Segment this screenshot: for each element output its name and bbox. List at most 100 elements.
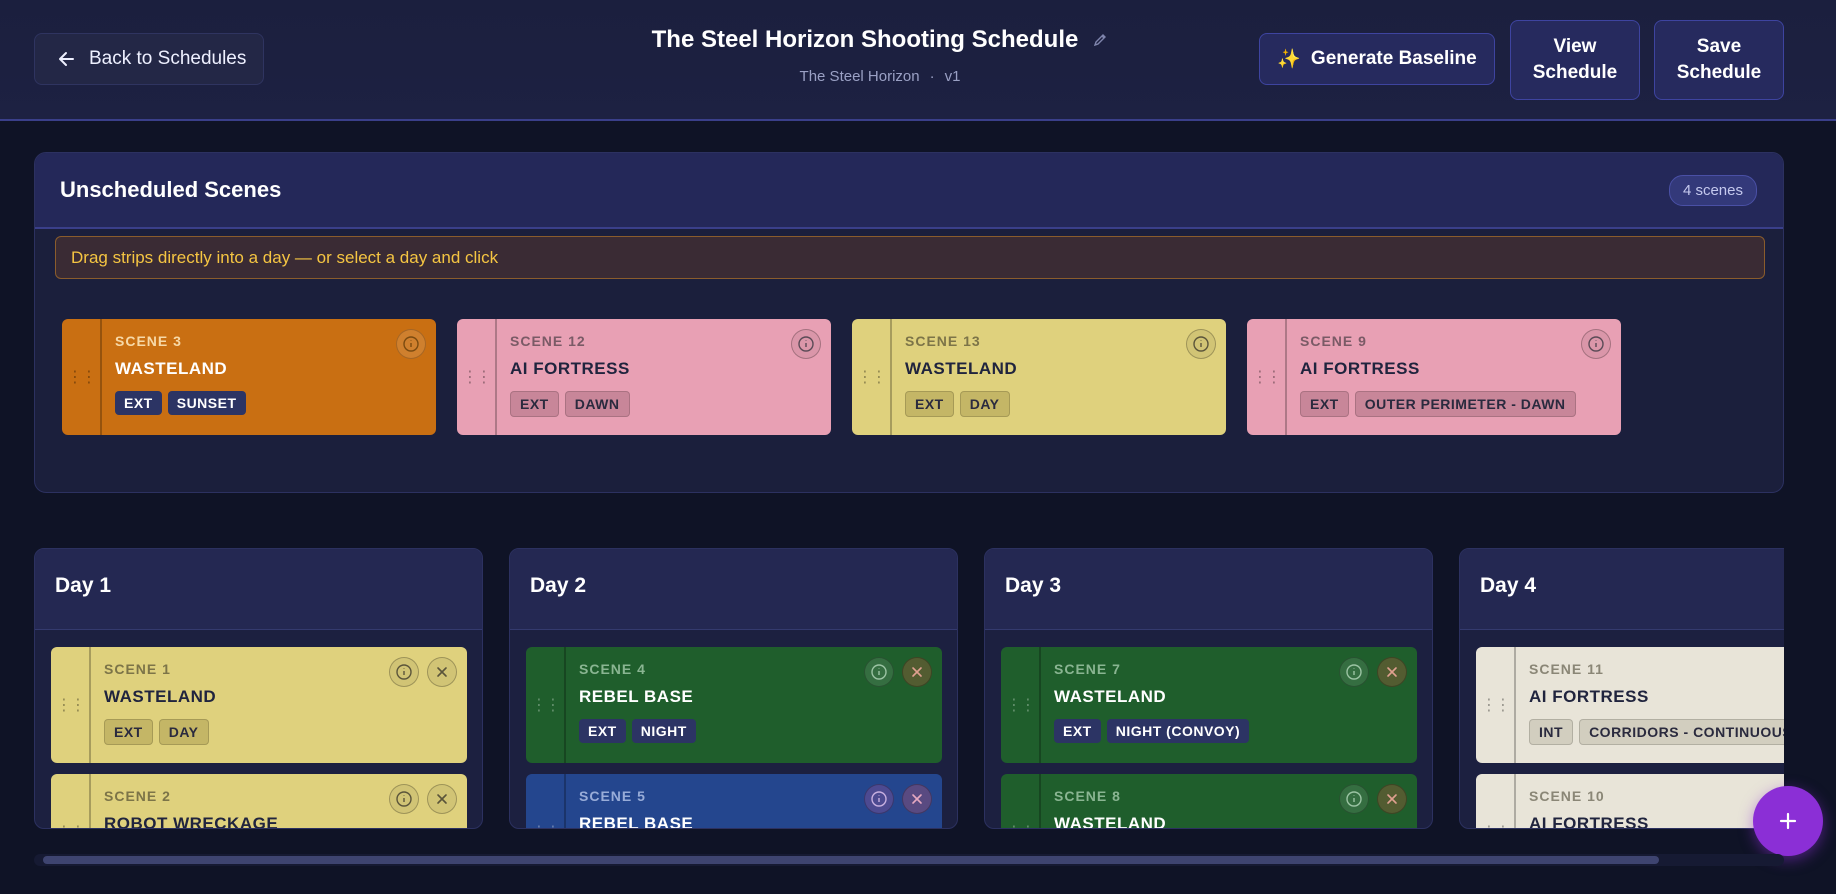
scene-strip[interactable]: ⋮⋮ SCENE 4 REBEL BASE EXT NIGHT [526,647,942,763]
view-label-line2: Schedule [1532,62,1618,83]
scene-strip[interactable]: ⋮⋮ SCENE 3 WASTELAND EXT SUNSET [62,319,436,435]
scene-location: REBEL BASE [579,814,694,829]
remove-icon[interactable] [902,657,932,687]
scene-location: ROBOT WRECKAGE [104,814,279,829]
save-schedule-button[interactable]: Save Schedule [1654,20,1784,100]
version-label: v1 [944,68,961,85]
scene-location: AI FORTRESS [1529,814,1649,829]
scene-tag: EXT [115,391,162,415]
pencil-icon[interactable] [1092,32,1108,48]
info-icon[interactable] [1186,329,1216,359]
scene-tag: DAY [158,719,209,745]
sparkles-icon: ✨ [1277,49,1301,70]
add-day-button[interactable] [1753,786,1823,856]
scene-tag: NIGHT [631,719,696,743]
scene-location: WASTELAND [1054,687,1167,706]
scene-strip[interactable]: ⋮⋮ SCENE 13 WASTELAND EXT DAY [852,319,1226,435]
drag-handle-icon[interactable]: ⋮⋮ [51,647,91,763]
info-icon[interactable] [1339,784,1369,814]
day-title: Day 2 [510,549,957,630]
drag-handle-icon[interactable]: ⋮⋮ [457,319,497,435]
info-icon[interactable] [1339,657,1369,687]
scene-location: REBEL BASE [579,687,694,706]
back-to-schedules-button[interactable]: Back to Schedules [34,33,264,85]
drag-handle-icon[interactable]: ⋮⋮ [1001,774,1041,828]
scene-tag: EXT [579,719,626,743]
remove-icon[interactable] [427,784,457,814]
scene-strip[interactable]: ⋮⋮ SCENE 5 REBEL BASE [526,774,942,829]
drag-handle-icon[interactable]: ⋮⋮ [526,647,566,763]
scene-location: WASTELAND [115,359,228,378]
scrollbar-thumb[interactable] [43,856,1659,864]
remove-icon[interactable] [902,784,932,814]
plus-icon [1779,812,1797,830]
arrow-left-icon [59,52,74,66]
back-button-label: Back to Schedules [89,48,247,69]
view-schedule-button[interactable]: View Schedule [1510,20,1640,100]
scene-count-badge: 4 scenes [1668,174,1757,206]
scene-strip[interactable]: ⋮⋮ SCENE 1 WASTELAND EXT DAY [51,647,467,763]
info-icon[interactable] [864,657,894,687]
info-icon[interactable] [1581,329,1611,359]
scene-number: SCENE 12 [510,333,586,349]
horizontal-scrollbar[interactable] [34,854,1784,866]
scene-location: WASTELAND [905,359,1018,378]
page-title: The Steel Horizon Shooting Schedule [651,26,1079,53]
scene-location: AI FORTRESS [510,359,630,378]
day-column[interactable]: Day 2 ⋮⋮ SCENE 4 REBEL BASE EXT NIGHT SC… [509,548,958,829]
save-label-line2: Schedule [1676,62,1762,83]
app-header: Back to Schedules The Steel Horizon Shoo… [0,0,1836,121]
drag-handle-icon[interactable]: ⋮⋮ [1476,774,1516,828]
scene-strip[interactable]: ⋮⋮ SCENE 11 AI FORTRESS INT CORRIDORS - … [1476,647,1784,763]
remove-icon[interactable] [1377,784,1407,814]
drag-hint-banner: Drag strips directly into a day — or sel… [55,236,1765,279]
project-name: The Steel Horizon [799,68,920,85]
scene-number: SCENE 10 [1529,788,1605,804]
drag-handle-icon[interactable]: ⋮⋮ [62,319,102,435]
drag-handle-icon[interactable]: ⋮⋮ [1476,647,1516,763]
day-column[interactable]: Day 4 ⋮⋮ SCENE 11 AI FORTRESS INT CORRID… [1459,548,1784,829]
unscheduled-title: Unscheduled Scenes [60,177,282,202]
save-label-line1: Save [1696,36,1742,57]
drag-handle-icon[interactable]: ⋮⋮ [51,774,91,828]
scene-strip[interactable]: ⋮⋮ SCENE 8 WASTELAND [1001,774,1417,828]
drag-handle-icon[interactable]: ⋮⋮ [1247,319,1287,435]
day-column[interactable]: Day 3 ⋮⋮ SCENE 7 WASTELAND EXT NIGHT (CO… [984,548,1433,829]
info-icon[interactable] [864,784,894,814]
scene-tag: NIGHT (CONVOY) [1106,719,1250,743]
scene-number: SCENE 11 [1529,661,1604,677]
scene-location: AI FORTRESS [1300,359,1420,378]
remove-icon[interactable] [427,657,457,687]
scene-strip[interactable]: ⋮⋮ SCENE 12 AI FORTRESS EXT DAWN [457,319,831,435]
scene-tag: INT [1529,719,1574,745]
day-board[interactable]: Day 1 ⋮⋮ SCENE 1 WASTELAND EXT DAY SCENE… [34,548,1784,829]
scene-tag: EXT [905,391,954,417]
info-icon[interactable] [389,784,419,814]
remove-icon[interactable] [1377,657,1407,687]
unscheduled-header: Unscheduled Scenes 4 scenes [35,153,1783,229]
scene-tag: EXT [510,391,559,417]
title-block: The Steel Horizon Shooting Schedule The … [600,26,1160,85]
scene-number: SCENE 3 [115,333,182,349]
drag-handle-icon[interactable]: ⋮⋮ [852,319,892,435]
subtitle: The Steel Horizon · v1 [600,68,1160,85]
info-icon[interactable] [389,657,419,687]
scene-number: SCENE 9 [1300,333,1367,349]
scene-tag: DAWN [564,391,630,417]
scene-strip[interactable]: ⋮⋮ SCENE 9 AI FORTRESS EXT OUTER PERIMET… [1247,319,1621,435]
scene-strip[interactable]: ⋮⋮ SCENE 10 AI FORTRESS [1476,774,1784,829]
info-icon[interactable] [396,329,426,359]
separator-dot: · [929,68,935,85]
scene-location: AI FORTRESS [1529,687,1649,706]
generate-baseline-button[interactable]: ✨ Generate Baseline [1259,33,1495,85]
generate-baseline-label: Generate Baseline [1310,48,1477,69]
day-title: Day 3 [985,549,1432,630]
day-column[interactable]: Day 1 ⋮⋮ SCENE 1 WASTELAND EXT DAY SCENE… [34,548,483,829]
drag-handle-icon[interactable]: ⋮⋮ [1001,647,1041,763]
scene-strip[interactable]: ⋮⋮ SCENE 7 WASTELAND EXT NIGHT (CONVOY) [1001,647,1417,763]
info-icon[interactable] [791,329,821,359]
scene-number: SCENE 13 [905,333,981,349]
scene-location: WASTELAND [104,687,217,706]
drag-handle-icon[interactable]: ⋮⋮ [526,774,566,828]
scene-strip[interactable]: ⋮⋮ SCENE 2 ROBOT WRECKAGE [51,774,467,829]
